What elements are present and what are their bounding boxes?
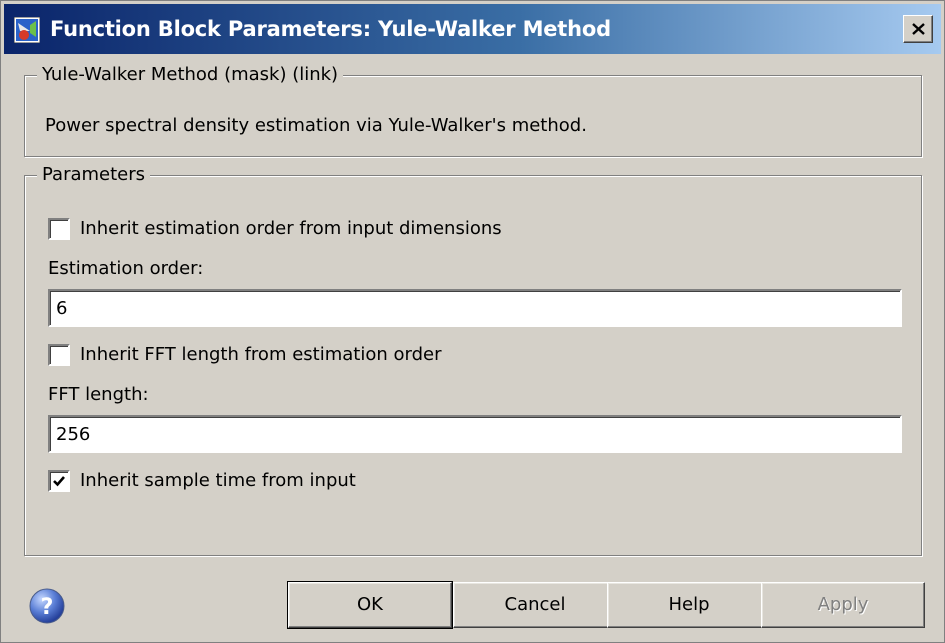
inherit-sample-time-label[interactable]: Inherit sample time from input [80,469,356,493]
fft-length-label: FFT length: [48,384,149,405]
parameters-group-legend: Parameters [37,163,151,187]
inherit-order-checkbox[interactable] [48,218,70,240]
inherit-fft-label[interactable]: Inherit FFT length from estimation order [80,343,441,367]
block-description: Power spectral density estimation via Yu… [45,115,587,136]
estimation-order-label: Estimation order: [48,258,204,279]
description-group-legend: Yule-Walker Method (mask) (link) [37,63,344,87]
estimation-order-field[interactable] [48,289,902,327]
checkmark-icon [53,476,65,487]
close-button[interactable] [903,15,933,43]
close-icon [912,23,925,35]
svg-text:?: ? [41,595,54,620]
simulink-block-icon [14,17,40,43]
title-bar[interactable]: Function Block Parameters: Yule-Walker M… [4,4,941,54]
window-title: Function Block Parameters: Yule-Walker M… [50,17,611,41]
cancel-button[interactable]: Cancel [453,582,617,628]
dialog-window: Function Block Parameters: Yule-Walker M… [0,0,945,643]
ok-button[interactable]: OK [287,581,453,629]
help-button[interactable]: Help [607,582,771,628]
inherit-order-label[interactable]: Inherit estimation order from input dime… [80,217,502,241]
fft-length-field[interactable] [48,415,902,453]
inherit-fft-checkbox[interactable] [48,344,70,366]
help-icon[interactable]: ? [28,587,66,625]
apply-button: Apply [761,582,925,628]
inherit-sample-time-checkbox[interactable] [48,470,70,492]
